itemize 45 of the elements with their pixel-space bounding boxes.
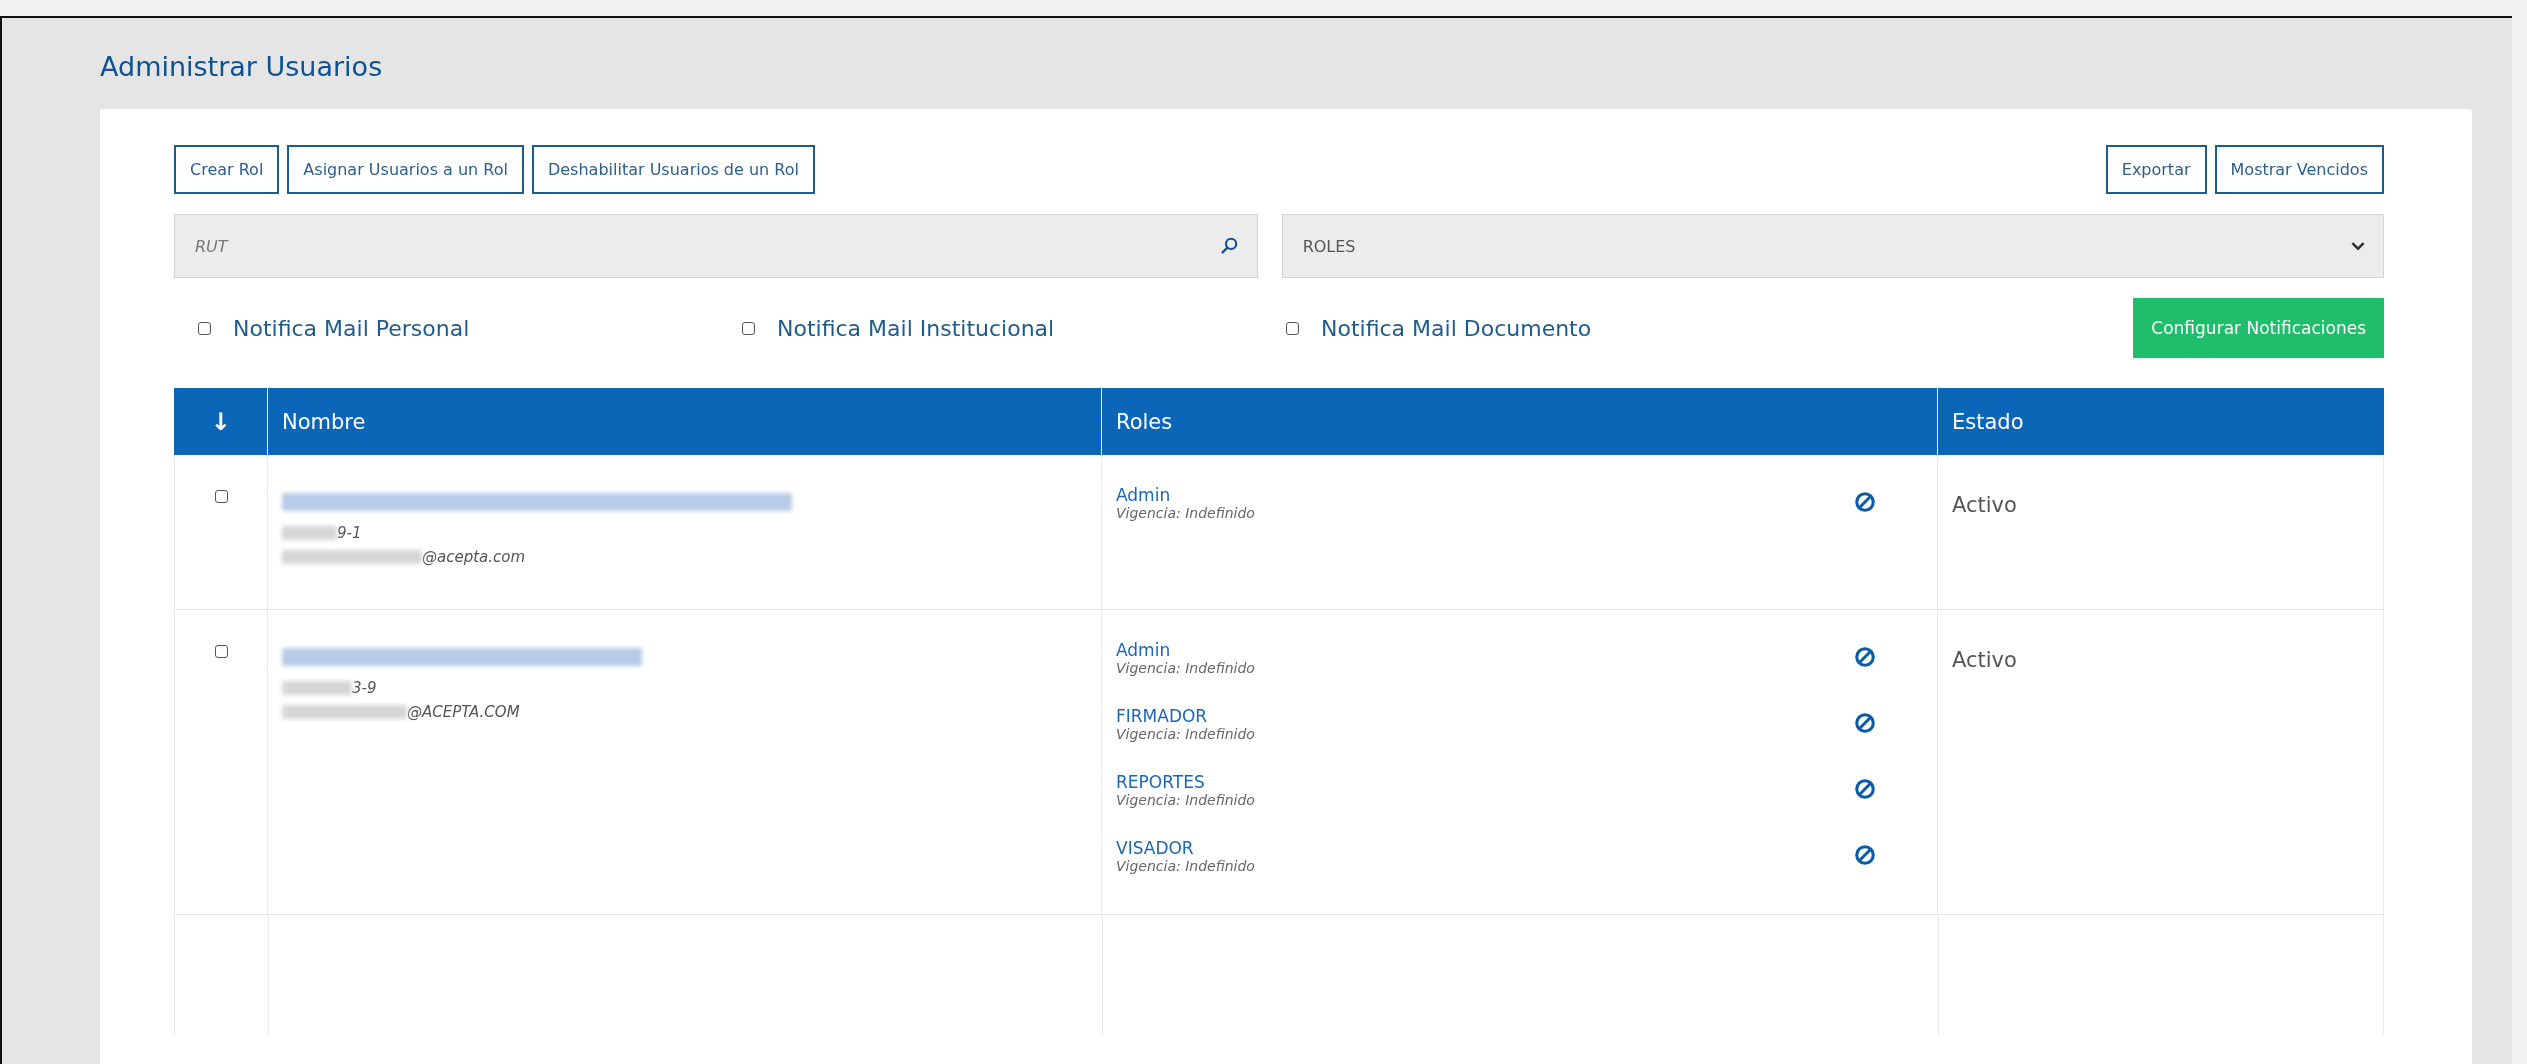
row-checkbox[interactable] (214, 490, 228, 504)
outline-button[interactable]: Crear Rol (174, 145, 280, 195)
page-title: Administrar Usuarios (100, 50, 383, 84)
disable-role-icon[interactable] (1854, 844, 1876, 867)
checkbox-label: Notifica Mail Personal (233, 315, 470, 341)
column-header[interactable]: Nombre (282, 409, 366, 434)
disable-role-icon[interactable] (1854, 646, 1876, 669)
checkbox-label: Notifica Mail Institucional (777, 315, 1055, 341)
role-validity: Vigencia: Indefinido (1116, 792, 1255, 809)
outline-button[interactable]: Mostrar Vencidos (2214, 145, 2384, 195)
disable-role-icon[interactable] (1854, 778, 1876, 801)
outline-button[interactable]: Asignar Usuarios a un Rol (287, 145, 524, 195)
checkbox[interactable] (198, 321, 211, 335)
checkbox[interactable] (742, 321, 755, 335)
redacted-text (282, 526, 337, 541)
status-text: Activo (1952, 648, 2017, 673)
disable-role-icon[interactable] (1854, 712, 1876, 735)
search-icon[interactable] (1220, 237, 1238, 255)
sort-arrow-icon[interactable]: ↓ (210, 407, 231, 436)
user-email: @acepta.com (422, 548, 526, 567)
outline-button[interactable]: Exportar (2105, 145, 2207, 195)
checkbox-label: Notifica Mail Documento (1321, 315, 1592, 341)
role-validity: Vigencia: Indefinido (1116, 858, 1255, 875)
search-field[interactable]: RUT (174, 214, 1258, 279)
user-rut: 3-9 (352, 679, 377, 698)
user-email: @ACEPTA.COM (407, 703, 520, 722)
outline-button[interactable]: Deshabilitar Usuarios de un Rol (531, 145, 815, 195)
column-header[interactable]: Roles (1116, 409, 1173, 434)
role-link[interactable]: REPORTES (1116, 772, 1255, 793)
chevron-down-icon (2351, 241, 2365, 251)
redacted-text (282, 681, 352, 696)
disable-role-icon[interactable] (1854, 491, 1876, 514)
roles-dropdown[interactable]: ROLES (1281, 214, 2384, 279)
column-header[interactable]: Estado (1952, 409, 2024, 434)
role-link[interactable]: Admin (1116, 640, 1255, 661)
role-link[interactable]: Admin (1116, 485, 1255, 506)
status-text: Activo (1952, 493, 2017, 518)
role-link[interactable]: VISADOR (1116, 838, 1255, 859)
user-rut: 9-1 (337, 524, 362, 543)
role-validity: Vigencia: Indefinido (1116, 505, 1255, 522)
role-validity: Vigencia: Indefinido (1116, 660, 1255, 677)
role-link[interactable]: FIRMADOR (1116, 706, 1255, 727)
row-checkbox[interactable] (214, 645, 228, 659)
role-validity: Vigencia: Indefinido (1116, 726, 1255, 743)
checkbox[interactable] (1286, 321, 1299, 335)
